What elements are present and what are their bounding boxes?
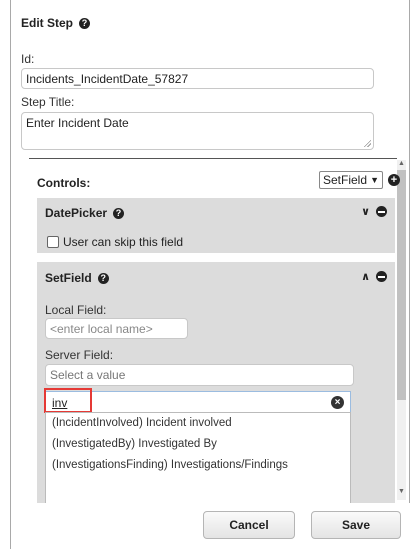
setfield-title: SetField [45,271,92,285]
datepicker-title: DatePicker [45,206,108,220]
edit-step-dialog: Edit Step ? Id: Incidents_IncidentDate_5… [10,0,411,549]
id-input-value: Incidents_IncidentDate_57827 [26,72,189,86]
option-investigated-by[interactable]: (InvestigatedBy) Investigated By [46,434,350,455]
chevron-down-icon: ▼ [370,175,379,185]
search-highlight-box [44,388,92,413]
dialog-title: Edit Step ? [21,16,91,30]
skip-field-label: User can skip this field [63,235,184,249]
setfield-panel-header: SetField ? [45,271,109,285]
server-field-options-list: (IncidentInvolved) Incident involved (In… [45,412,351,508]
remove-circle-icon[interactable] [376,206,387,217]
server-field-label: Server Field: [45,348,114,362]
help-icon[interactable]: ? [97,272,109,284]
option-incident-involved[interactable]: (IncidentInvolved) Incident involved [46,413,350,434]
chevron-up-icon[interactable]: ∧ [361,270,370,283]
save-button[interactable]: Save [311,511,401,539]
clear-search-icon[interactable]: × [331,396,344,409]
local-field-placeholder: <enter local name> [50,322,153,336]
control-type-select[interactable]: SetField ▼ [319,171,383,189]
add-circle-icon[interactable]: + [388,174,400,186]
local-field-input[interactable]: <enter local name> [45,318,188,339]
remove-circle-icon[interactable] [376,271,387,282]
resize-grip-icon[interactable] [363,139,371,147]
step-title-label: Step Title: [21,95,75,109]
controls-label: Controls: [37,176,91,190]
chevron-down-icon[interactable]: ∨ [361,205,370,218]
help-icon[interactable]: ? [79,17,91,29]
dialog-footer: Cancel Save [11,503,411,549]
scroll-down-arrow-icon[interactable]: ▼ [397,488,406,496]
datepicker-panel-header: DatePicker ? [45,206,125,220]
server-field-placeholder: Select a value [50,368,126,382]
setfield-panel-actions: ∧ [361,270,387,283]
option-investigations-finding[interactable]: (InvestigationsFinding) Investigations/F… [46,455,350,476]
skip-field-checkbox[interactable] [47,236,59,248]
control-type-value: SetField [323,173,368,187]
datepicker-panel-actions: ∨ [361,205,387,218]
skip-field-option[interactable]: User can skip this field [47,235,183,249]
id-input[interactable]: Incidents_IncidentDate_57827 [21,68,374,89]
datepicker-panel: DatePicker ? ∨ User can skip this field [37,198,395,253]
scroll-up-arrow-icon[interactable]: ▲ [397,160,406,168]
help-icon[interactable]: ? [113,207,125,219]
step-title-textarea[interactable]: Enter Incident Date [21,112,374,150]
local-field-label: Local Field: [45,303,107,317]
server-field-select[interactable]: Select a value [45,364,354,386]
dialog-title-text: Edit Step [21,16,74,30]
scrollbar-thumb[interactable] [397,170,406,400]
section-divider [29,158,397,159]
id-label: Id: [21,52,35,66]
step-title-value: Enter Incident Date [26,116,129,130]
cancel-button[interactable]: Cancel [203,511,295,539]
